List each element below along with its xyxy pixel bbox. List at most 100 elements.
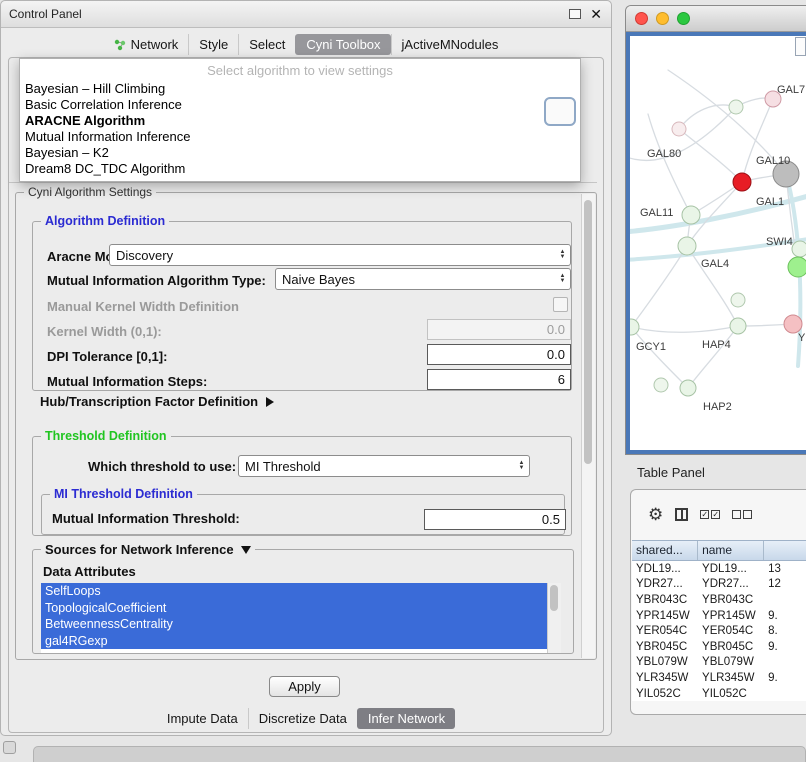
column-selector-icon[interactable] — [675, 508, 688, 521]
tab-select[interactable]: Select — [238, 34, 295, 55]
control-panel-window: Control Panel ✕ Network StyleSelectCyni T… — [0, 0, 612, 736]
column-header-shared[interactable]: shared... — [632, 541, 698, 560]
table-cell: YLR345W — [698, 672, 764, 684]
network-node[interactable] — [678, 237, 696, 255]
dpi-tolerance-field[interactable]: 0.0 — [427, 344, 571, 365]
minimize-button[interactable] — [656, 12, 669, 25]
algorithm-option-bayesian-k2[interactable]: Bayesian – K2 — [20, 145, 580, 161]
column-header-extra[interactable] — [764, 541, 806, 560]
node-label: GAL7 — [777, 84, 805, 96]
table-cell: YDL19... — [632, 563, 698, 575]
table-cell: YER054C — [698, 625, 764, 637]
network-node[interactable] — [788, 257, 806, 277]
scrollbar-thumb[interactable] — [584, 200, 592, 464]
sources-group: Sources for Network Inference Data Attri… — [32, 549, 574, 654]
float-window-icon[interactable] — [569, 9, 581, 19]
scrollbar-thumb[interactable] — [550, 585, 558, 611]
network-icon — [114, 39, 126, 51]
table-cell: YLR345W — [632, 672, 698, 684]
manual-kernel-width-checkbox[interactable] — [553, 297, 568, 312]
select-all-icon[interactable]: ✓✓ — [700, 510, 720, 519]
network-node[interactable] — [730, 318, 746, 334]
top-tab-bar: Network StyleSelectCyni ToolboxjActiveMNo… — [1, 34, 611, 55]
network-window-titlebar[interactable] — [626, 6, 806, 32]
gear-icon[interactable]: ⚙ — [648, 506, 663, 523]
node-label: GAL80 — [647, 148, 681, 160]
tab-jactivemnodules[interactable]: jActiveMNodules — [391, 34, 509, 55]
attribute-item-gal4rgexp[interactable]: gal4RGexp — [41, 633, 552, 650]
table-row[interactable]: YIL052CYIL052C — [632, 686, 806, 702]
aracne-mode-select[interactable]: Discovery ▲▼ — [109, 244, 571, 266]
table-row[interactable]: YBL079WYBL079W — [632, 655, 806, 671]
network-node[interactable] — [731, 293, 745, 307]
attribute-item-selfloops[interactable]: SelfLoops — [41, 583, 552, 600]
mi-threshold-label: Mutual Information Threshold: — [52, 511, 240, 526]
table-toolbar: ⚙ ✓✓ — [631, 490, 806, 538]
network-node[interactable] — [630, 319, 639, 335]
tab-infer-network[interactable]: Infer Network — [357, 708, 455, 729]
chevron-down-icon — [241, 546, 251, 554]
network-node[interactable] — [682, 206, 700, 224]
tab-discretize-data[interactable]: Discretize Data — [248, 708, 357, 729]
tab-impute-data[interactable]: Impute Data — [157, 708, 248, 729]
which-threshold-select[interactable]: MI Threshold ▲▼ — [238, 455, 530, 477]
table-row[interactable]: YDR27...YDR27...12 — [632, 577, 806, 593]
table-row[interactable]: YER054CYER054C8. — [632, 623, 806, 639]
network-node[interactable] — [680, 380, 696, 396]
hub-factor-section-toggle[interactable]: Hub/Transcription Factor Definition — [40, 394, 274, 409]
tab-cyni-toolbox[interactable]: Cyni Toolbox — [295, 34, 390, 55]
network-node[interactable] — [672, 122, 686, 136]
column-header-name[interactable]: name — [698, 541, 764, 560]
mi-steps-field[interactable]: 6 — [427, 369, 571, 390]
attribute-item-betweennesscentrality[interactable]: BetweennessCentrality — [41, 616, 552, 633]
close-icon[interactable]: ✕ — [590, 7, 602, 21]
table-cell: YDR27... — [632, 578, 698, 590]
algorithm-option-basic-correlation-inference[interactable]: Basic Correlation Inference — [20, 97, 580, 113]
group-title: Cyni Algorithm Settings — [24, 185, 156, 199]
tab-network[interactable]: Network — [104, 34, 189, 55]
kernel-width-field[interactable]: 0.0 — [427, 319, 571, 340]
table-row[interactable]: YPR145WYPR145W9. — [632, 608, 806, 624]
table-row[interactable]: YBR043CYBR043C — [632, 592, 806, 608]
node-label: SWI4 — [766, 236, 793, 248]
attribute-item-topologicalcoefficient[interactable]: TopologicalCoefficient — [41, 600, 552, 617]
network-canvas[interactable]: GAL7GAL80GAL10GAL1GAL11SWI4GAL4GCY1HAP4Y… — [630, 36, 806, 450]
settings-scrollbar[interactable] — [581, 194, 595, 658]
deselect-all-icon[interactable] — [732, 510, 752, 519]
apply-button[interactable]: Apply — [269, 676, 340, 697]
sources-section-toggle[interactable]: Sources for Network Inference — [41, 542, 255, 557]
algorithm-option-dream8-dc-tdc-algorithm[interactable]: Dream8 DC_TDC Algorithm — [20, 161, 580, 177]
node-label: GCY1 — [636, 341, 666, 353]
algorithm-option-bayesian-hill-climbing[interactable]: Bayesian – Hill Climbing — [20, 81, 580, 97]
node-table: shared...name YDL19...YDL19...13YDR27...… — [632, 540, 806, 714]
selected-value: MI Threshold — [245, 459, 321, 474]
field-value: 0.0 — [547, 347, 565, 362]
mi-algorithm-type-select[interactable]: Naive Bayes ▲▼ — [275, 268, 571, 290]
network-node[interactable] — [792, 241, 806, 257]
bottom-tab-bar: Impute DataDiscretize Data Infer Network — [1, 708, 611, 729]
network-node[interactable] — [654, 378, 668, 392]
algorithm-option-aracne-algorithm[interactable]: ARACNE Algorithm — [20, 113, 580, 129]
network-node[interactable] — [729, 100, 743, 114]
cytopanel-mini-icon[interactable] — [3, 741, 16, 754]
tab-style[interactable]: Style — [188, 34, 238, 55]
table-row[interactable]: YLR345WYLR345W9. — [632, 670, 806, 686]
network-scrollbar-button[interactable] — [795, 37, 806, 56]
algorithm-option-mutual-information-inference[interactable]: Mutual Information Inference — [20, 129, 580, 145]
mi-threshold-definition-group: MI Threshold Definition Mutual Informati… — [41, 494, 565, 535]
table-row[interactable]: YDL19...YDL19...13 — [632, 561, 806, 577]
mi-threshold-field[interactable]: 0.5 — [424, 509, 566, 530]
attributes-scrollbar[interactable] — [547, 583, 561, 653]
zoom-button[interactable] — [677, 12, 690, 25]
node-label: GAL10 — [756, 155, 790, 167]
network-node[interactable] — [733, 173, 751, 191]
network-node[interactable] — [784, 315, 802, 333]
table-cell: YBR043C — [698, 594, 764, 606]
table-row[interactable]: YBR045CYBR045C9. — [632, 639, 806, 655]
control-panel-titlebar[interactable]: Control Panel ✕ — [1, 1, 611, 28]
tab-label: Infer Network — [368, 711, 445, 726]
tab-label: Network — [131, 37, 179, 52]
group-title: Algorithm Definition — [41, 214, 169, 228]
close-button[interactable] — [635, 12, 648, 25]
node-label: HAP4 — [702, 339, 731, 351]
